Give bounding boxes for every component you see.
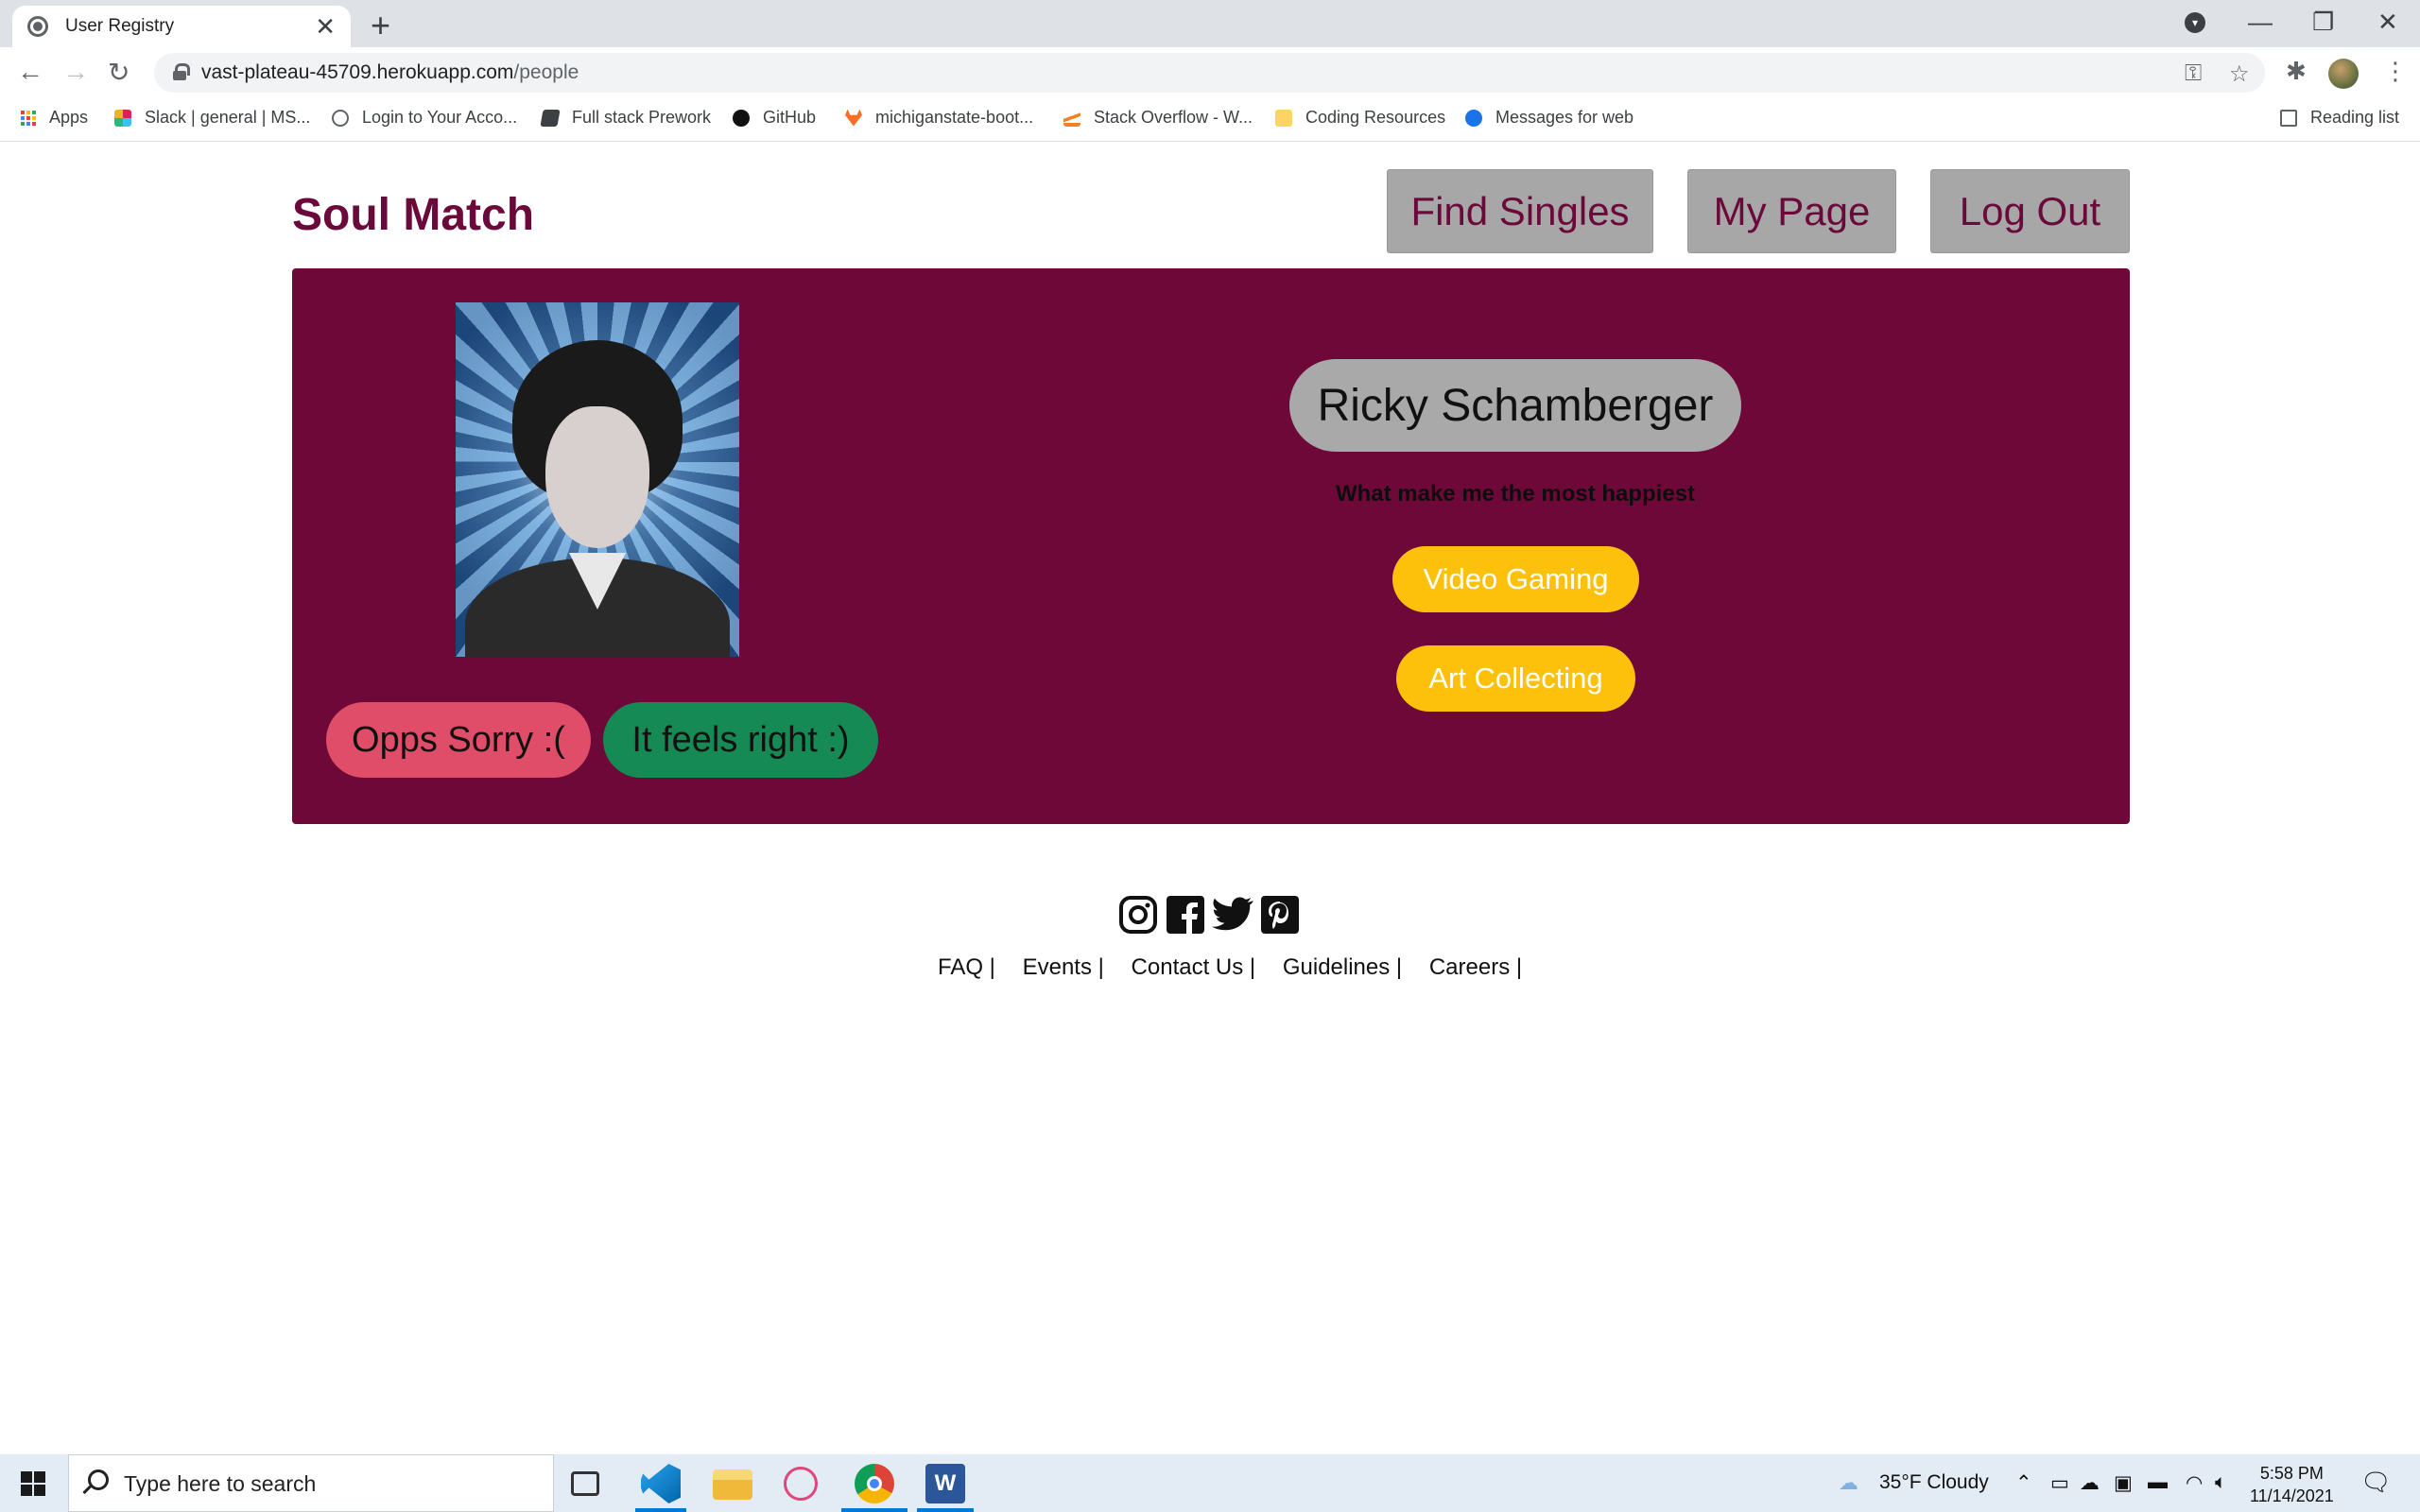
snip-sketch-icon[interactable] (784, 1467, 818, 1501)
windows-start-icon[interactable] (21, 1471, 45, 1496)
show-hidden-icons[interactable]: ⌃ (2015, 1471, 2032, 1495)
menu-icon[interactable]: ⋮ (2383, 57, 2408, 86)
bookmark-messages[interactable]: Messages for web (1465, 108, 1634, 128)
vscode-icon[interactable] (641, 1464, 681, 1503)
meet-now-icon[interactable]: ▭ (2050, 1471, 2069, 1495)
system-clock[interactable]: 5:58 PM 11/14/2021 (2250, 1462, 2334, 1507)
log-out-button[interactable]: Log Out (1930, 169, 2130, 253)
happiest-heading: What make me the most happiest (1335, 481, 1696, 507)
tab-title: User Registry (65, 16, 175, 36)
bookmark-stackoverflow[interactable]: Stack Overflow - W... (1063, 108, 1253, 128)
battery-icon[interactable]: ▬ (2148, 1471, 2168, 1494)
reading-list-icon (2280, 109, 2297, 127)
footer-link-faq[interactable]: FAQ | (938, 954, 995, 980)
browser-tab-strip: User Registry ✕ + ▾ — ❐ ✕ (0, 0, 2420, 47)
weather-text[interactable]: 35°F Cloudy (1879, 1471, 1989, 1494)
profile-name: Ricky Schamberger (1289, 359, 1741, 452)
onedrive-icon[interactable]: ☁ (2080, 1471, 2100, 1495)
tab-search-icon[interactable]: ▾ (2185, 12, 2205, 33)
chrome-icon-center (867, 1476, 882, 1491)
site-brand[interactable]: Soul Match (292, 189, 534, 241)
browser-tab[interactable]: User Registry ✕ (12, 6, 351, 47)
windows-taskbar: Type here to search W ☁ 35°F Cloudy ⌃ ▭ … (0, 1454, 2420, 1512)
weather-icon[interactable]: ☁ (1839, 1471, 1858, 1495)
reload-icon[interactable]: ↻ (108, 57, 130, 88)
github-icon (733, 109, 750, 127)
footer-link-careers[interactable]: Careers | (1429, 954, 1522, 980)
vscode-active-indicator (635, 1508, 686, 1512)
profile-card: Opps Sorry :( It feels right :) Ricky Sc… (292, 268, 2130, 824)
pinterest-icon[interactable] (1259, 894, 1301, 936)
gitlab-icon (845, 109, 862, 127)
footer-links: FAQ | Events | Contact Us | Guidelines |… (938, 954, 1543, 981)
globe-icon (332, 109, 349, 127)
folder-icon (1275, 109, 1292, 127)
back-icon[interactable]: ← (17, 57, 43, 87)
address-bar[interactable]: vast-plateau-45709.herokuapp.com/people … (154, 53, 2265, 93)
forward-icon[interactable]: → (62, 57, 89, 87)
lock-icon[interactable] (173, 63, 190, 80)
restore-icon[interactable]: ❐ (2312, 8, 2334, 37)
volume-icon[interactable]: 🔈︎ (2215, 1471, 2227, 1494)
notifications-icon[interactable]: 🗨︎ (2360, 1468, 2392, 1497)
chrome-active-indicator (841, 1508, 908, 1512)
bookmark-coding-resources[interactable]: Coding Resources (1275, 108, 1445, 128)
bookmark-apps[interactable]: Apps (21, 108, 88, 128)
bookmark-slack[interactable]: Slack | general | MS... (114, 108, 310, 128)
accept-button[interactable]: It feels right :) (603, 702, 878, 778)
twitter-icon[interactable] (1212, 894, 1253, 936)
slack-icon (114, 109, 131, 127)
word-active-indicator (917, 1508, 974, 1512)
word-icon[interactable]: W (925, 1464, 965, 1503)
social-icons (1117, 894, 1301, 936)
wifi-icon[interactable]: ◠ (2186, 1471, 2203, 1495)
my-page-button[interactable]: My Page (1687, 169, 1896, 253)
search-icon (88, 1469, 109, 1490)
taskbar-search[interactable]: Type here to search (68, 1454, 554, 1512)
footer-link-events[interactable]: Events | (1023, 954, 1104, 980)
reading-list[interactable]: Reading list (2280, 108, 2399, 128)
minimize-icon[interactable]: — (2248, 8, 2273, 37)
find-singles-button[interactable]: Find Singles (1387, 169, 1653, 253)
task-view-icon[interactable] (571, 1471, 599, 1496)
profile-photo (456, 302, 739, 657)
close-window-icon[interactable]: ✕ (2377, 8, 2398, 37)
browser-toolbar: ← → ↻ vast-plateau-45709.herokuapp.com/p… (0, 47, 2420, 99)
profile-avatar[interactable] (2328, 59, 2359, 89)
bookmark-github[interactable]: GitHub (733, 108, 816, 128)
display-icon[interactable]: ▣ (2114, 1471, 2133, 1495)
messages-icon (1465, 109, 1482, 127)
bookmarks-bar: Apps Slack | general | MS... Login to Yo… (0, 99, 2420, 142)
reject-button[interactable]: Opps Sorry :( (326, 702, 591, 778)
globe-icon (27, 16, 48, 37)
bookmark-gitlab[interactable]: michiganstate-boot... (845, 108, 1033, 128)
book-icon (540, 109, 561, 127)
clock-time: 5:58 PM (2259, 1464, 2324, 1483)
taskbar-search-placeholder: Type here to search (124, 1471, 317, 1496)
instagram-icon[interactable] (1117, 894, 1159, 936)
apps-grid-icon (21, 110, 36, 126)
footer-link-guidelines[interactable]: Guidelines | (1283, 954, 1402, 980)
url-text[interactable]: vast-plateau-45709.herokuapp.com/people (201, 61, 579, 84)
file-explorer-icon[interactable] (713, 1469, 752, 1500)
close-tab-icon[interactable]: ✕ (315, 12, 336, 42)
bookmark-login[interactable]: Login to Your Acco... (332, 108, 517, 128)
key-icon[interactable]: ⚿ (2185, 60, 2202, 87)
facebook-icon[interactable] (1165, 894, 1206, 936)
extensions-icon[interactable]: ✱ (2286, 57, 2307, 86)
bookmark-prework[interactable]: Full stack Prework (540, 108, 711, 128)
hobby-badge: Art Collecting (1396, 645, 1635, 712)
stackoverflow-icon (1063, 109, 1080, 127)
clock-date: 11/14/2021 (2250, 1486, 2334, 1505)
new-tab-button[interactable]: + (371, 6, 390, 45)
hobby-badge: Video Gaming (1392, 546, 1639, 612)
footer-link-contact[interactable]: Contact Us | (1132, 954, 1256, 980)
bookmark-star-icon[interactable]: ☆ (2229, 60, 2250, 88)
